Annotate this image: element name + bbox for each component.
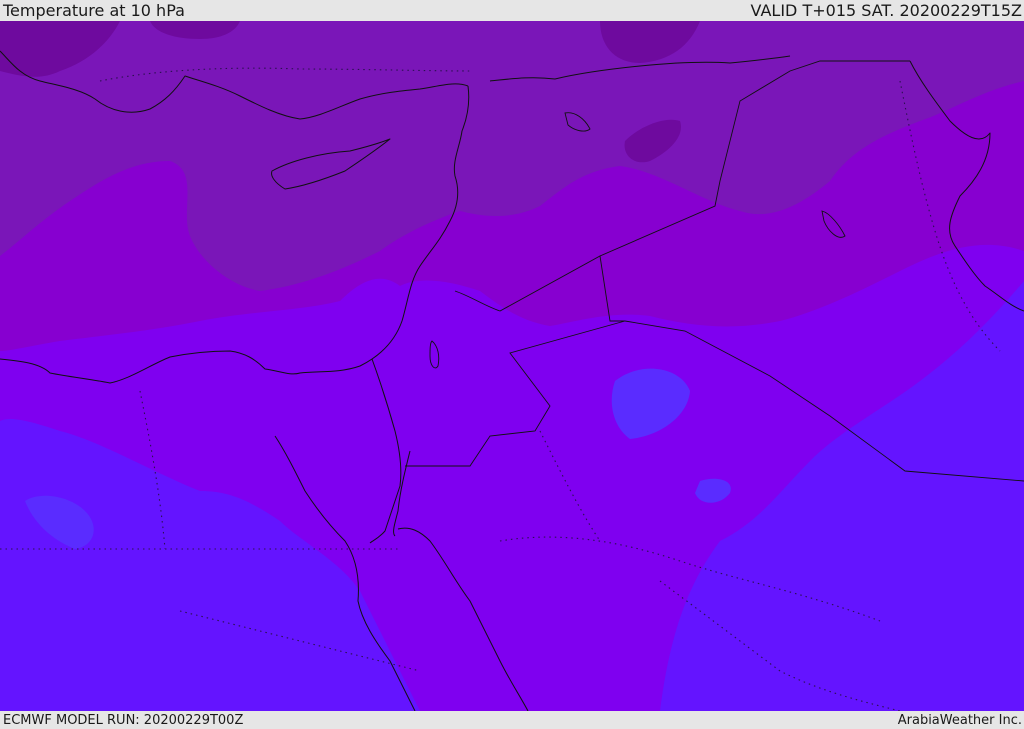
- map-canvas: [0, 21, 1024, 711]
- valid-time: VALID T+015 SAT. 20200229T15Z: [750, 1, 1022, 20]
- map-title: Temperature at 10 hPa: [3, 1, 185, 20]
- model-run: ECMWF MODEL RUN: 20200229T00Z: [3, 712, 244, 728]
- credit: ArabiaWeather Inc.: [897, 712, 1022, 728]
- top-bar: Temperature at 10 hPa VALID T+015 SAT. 2…: [0, 0, 1024, 21]
- temperature-map[interactable]: [0, 21, 1024, 711]
- bottom-bar: ECMWF MODEL RUN: 20200229T00Z ArabiaWeat…: [0, 711, 1024, 729]
